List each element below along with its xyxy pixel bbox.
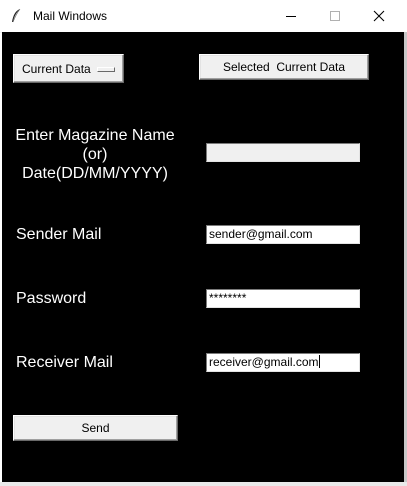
receiver-mail-input[interactable]: receiver@gmail.com: [206, 353, 360, 372]
option-menu-value: Current Data: [22, 61, 91, 76]
sender-mail-input[interactable]: sender@gmail.com: [206, 225, 360, 244]
magazine-label-line1: Enter Magazine Name: [15, 127, 175, 144]
sender-mail-label: Sender Mail: [16, 226, 102, 243]
magazine-label-line2: (or): [82, 146, 108, 163]
close-button[interactable]: [356, 0, 402, 32]
feather-icon: [12, 8, 21, 23]
title-bar: Mail Windows: [0, 0, 407, 33]
receiver-mail-label: Receiver Mail: [16, 354, 113, 371]
send-button-label: Send: [81, 421, 110, 435]
window-title: Mail Windows: [33, 9, 108, 23]
magazine-label: Enter Magazine Name (or) Date(DD/MM/YYYY…: [12, 126, 178, 183]
background-strip: [0, 482, 407, 486]
maximize-icon: [330, 11, 340, 21]
send-button[interactable]: Send: [13, 415, 178, 441]
minimize-icon: [286, 16, 296, 17]
receiver-mail-value: receiver@gmail.com: [209, 355, 319, 369]
password-input[interactable]: ********: [206, 289, 360, 308]
selected-current-data-button[interactable]: Selected Current Data: [199, 54, 369, 80]
password-label: Password: [16, 290, 87, 307]
selected-current-data-label: Selected Current Data: [222, 60, 346, 74]
option-menu-indicator-icon: [97, 67, 115, 72]
magazine-input[interactable]: [206, 143, 360, 162]
text-caret: [318, 355, 320, 368]
close-icon: [373, 10, 385, 22]
magazine-label-line3: Date(DD/MM/YYYY): [22, 165, 168, 182]
minimize-button[interactable]: [268, 0, 314, 32]
data-option-menu[interactable]: Current Data: [13, 54, 124, 83]
maximize-button[interactable]: [312, 0, 358, 32]
